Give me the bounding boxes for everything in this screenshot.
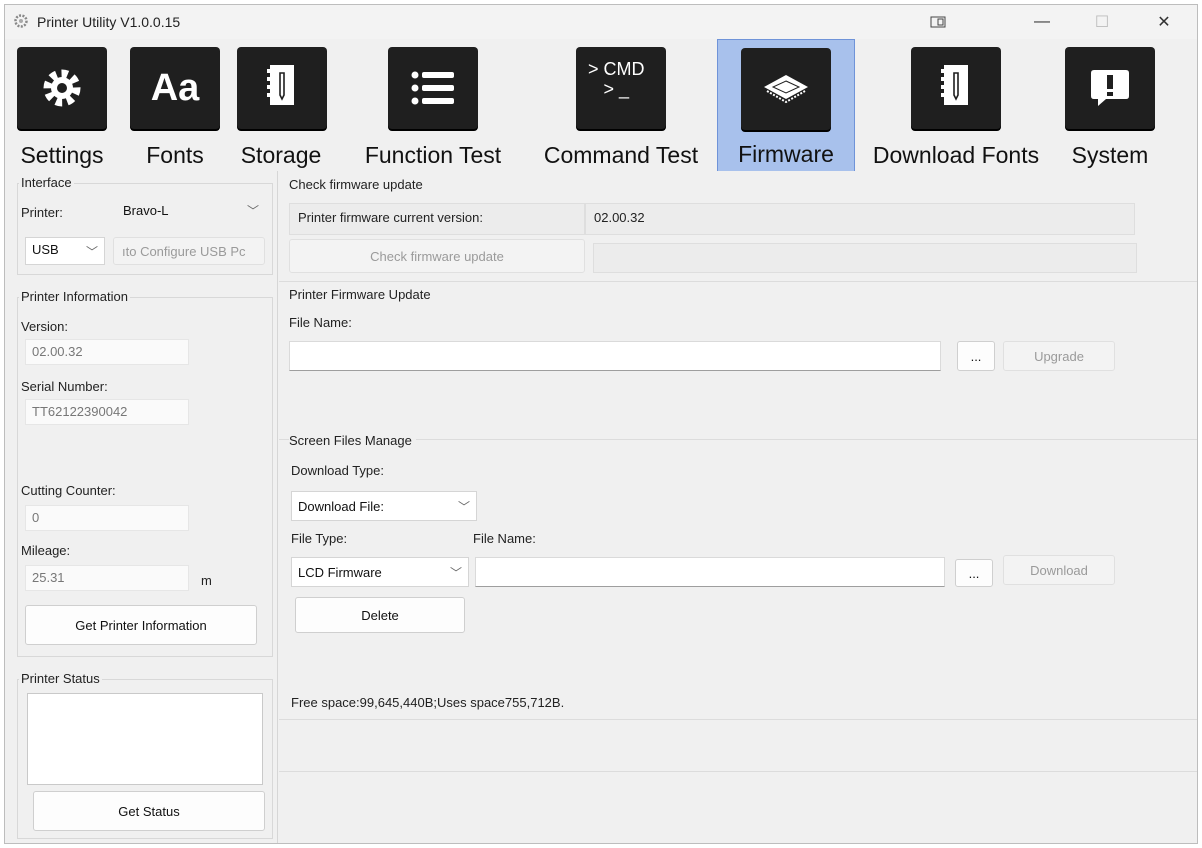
tab-label: Storage (240, 142, 322, 168)
maximize-icon: ☐ (1094, 14, 1110, 31)
snap-layout-button[interactable] (915, 5, 961, 39)
firmware-browse-button[interactable]: ... (957, 341, 995, 371)
chevron-down-icon: ﹀ (457, 500, 470, 514)
screen-files-title: Screen Files Manage (289, 433, 416, 448)
current-version-value: 02.00.32 (585, 203, 1135, 235)
tab-firmware[interactable]: Firmware (717, 39, 855, 173)
divider (279, 771, 1197, 772)
firmware-update-title: Printer Firmware Update (289, 287, 431, 302)
port-select-value: USB (32, 242, 59, 257)
chevron-down-icon: ﹀ (449, 566, 462, 580)
firmware-file-name-label: File Name: (289, 315, 352, 330)
divider (279, 439, 1197, 440)
version-label: Version: (21, 319, 68, 334)
chip-icon (741, 48, 831, 130)
storage-icon (237, 47, 327, 129)
get-printer-information-button[interactable]: Get Printer Information (25, 605, 257, 645)
download-type-label: Download Type: (291, 463, 384, 478)
app-window: Printer Utility V1.0.0.15 — ☐ ✕ Settings (4, 4, 1198, 844)
close-button[interactable]: ✕ (1141, 5, 1187, 39)
update-result-field (593, 243, 1137, 273)
serial-number-field: TT62122390042 (25, 399, 189, 425)
tab-label: Settings (20, 142, 104, 168)
check-firmware-update-title: Check firmware update (289, 177, 423, 192)
tab-storage[interactable]: Storage (231, 39, 331, 173)
printer-status-title: Printer Status (19, 671, 102, 686)
cutting-counter-field: 0 (25, 505, 189, 531)
mileage-field: 25.31 (25, 565, 189, 591)
tab-settings[interactable]: Settings (5, 39, 119, 173)
screen-file-browse-button[interactable]: ... (955, 559, 993, 587)
divider (279, 719, 1197, 720)
tab-download-fonts[interactable]: Download Fonts (863, 39, 1049, 173)
auto-configure-usb-button[interactable]: ıto Configure USB Pc (113, 237, 265, 265)
current-version-label: Printer firmware current version: (289, 203, 585, 235)
version-field: 02.00.32 (25, 339, 189, 365)
delete-button[interactable]: Delete (295, 597, 465, 633)
tab-label: Download Fonts (872, 142, 1040, 168)
tab-label: Command Test (543, 142, 699, 168)
maximize-button[interactable]: ☐ (1079, 5, 1125, 39)
tab-label: Firmware (738, 141, 834, 167)
download-type-value: Download File: (298, 499, 384, 514)
file-type-label: File Type: (291, 531, 348, 546)
printer-label: Printer: (21, 205, 63, 220)
chevron-down-icon: ﹀ (85, 245, 98, 259)
minimize-button[interactable]: — (1019, 5, 1065, 39)
mileage-label: Mileage: (21, 543, 71, 558)
file-type-value: LCD Firmware (298, 565, 382, 580)
list-icon (388, 47, 478, 129)
minimize-icon: — (1034, 13, 1050, 30)
cmd-icon: > CMD > _ (576, 47, 666, 129)
interface-title: Interface (19, 175, 74, 190)
download-fonts-icon (911, 47, 1001, 129)
file-type-select[interactable]: LCD Firmware ﹀ (291, 557, 469, 587)
cutting-counter-label: Cutting Counter: (21, 483, 116, 498)
tab-label: System (1071, 142, 1149, 168)
serial-number-label: Serial Number: (21, 379, 108, 394)
snap-icon (930, 16, 946, 28)
free-space-status: Free space:99,645,440B;Uses space755,712… (291, 695, 565, 710)
main-toolbar: Settings Aa Fonts Storage Function Test … (5, 39, 1197, 173)
printer-information-title: Printer Information (19, 289, 130, 304)
system-alert-icon (1065, 47, 1155, 129)
chevron-down-icon: ﹀ (246, 204, 259, 218)
mileage-unit: m (201, 573, 212, 588)
tab-label: Function Test (364, 142, 502, 168)
fonts-icon: Aa (130, 47, 220, 129)
tab-fonts[interactable]: Aa Fonts (121, 39, 229, 173)
window-title: Printer Utility V1.0.0.15 (37, 14, 181, 30)
download-button[interactable]: Download (1003, 555, 1115, 585)
left-panel: Interface Printer: Bravo-L ﹀ USB ﹀ ıto C… (7, 171, 278, 843)
tab-system[interactable]: System (1055, 39, 1165, 173)
firmware-file-name-input[interactable] (289, 341, 941, 371)
download-type-select[interactable]: Download File: ﹀ (291, 491, 477, 521)
get-status-button[interactable]: Get Status (33, 791, 265, 831)
close-icon: ✕ (1157, 14, 1171, 31)
check-firmware-update-button[interactable]: Check firmware update (289, 239, 585, 273)
port-select[interactable]: USB ﹀ (25, 237, 105, 265)
title-bar: Printer Utility V1.0.0.15 — ☐ ✕ (5, 5, 1197, 39)
firmware-panel: Check firmware update Printer firmware c… (279, 171, 1197, 843)
divider (279, 281, 1197, 282)
upgrade-button[interactable]: Upgrade (1003, 341, 1115, 371)
gear-icon (17, 47, 107, 129)
screen-file-name-label: File Name: (473, 531, 536, 546)
app-gear-icon (14, 14, 28, 28)
printer-status-output[interactable] (27, 693, 263, 785)
tab-command-test[interactable]: > CMD > _ Command Test (531, 39, 711, 173)
screen-file-name-input[interactable] (475, 557, 945, 587)
tab-label: Fonts (146, 142, 204, 168)
printer-select-value: Bravo-L (123, 203, 169, 218)
tab-function-test[interactable]: Function Test (353, 39, 513, 173)
printer-select[interactable]: Bravo-L ﹀ (117, 199, 265, 225)
